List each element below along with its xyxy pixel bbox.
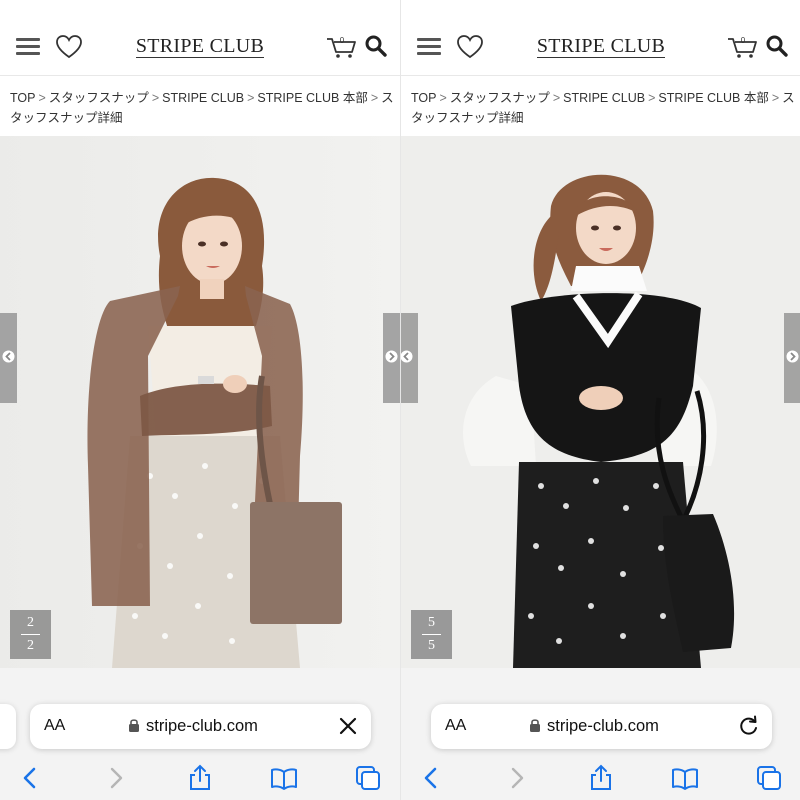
breadcrumb: TOP > スタッフスナップ > STRIPE CLUB > STRIPE CLUB 本部 >… <box>411 91 795 125</box>
phone-screen-right: STRIPE CLUB 0 TOP > スタッフスナップ > STRIPE CLUB > S… <box>400 0 800 800</box>
forward-icon[interactable] <box>102 764 130 792</box>
bookmarks-icon[interactable] <box>671 764 699 792</box>
prev-photo-button[interactable] <box>401 313 418 403</box>
breadcrumb-item-staff-snap[interactable]: スタッフスナップ <box>49 91 149 105</box>
phone-screen-left: STRIPE CLUB 0 TOP > スタッフスナップ > STRIPE CLUB > S… <box>0 0 400 800</box>
breadcrumb-item-top[interactable]: TOP <box>10 91 35 105</box>
back-icon[interactable] <box>417 764 445 792</box>
photo-total-count: 2 <box>27 638 34 653</box>
forward-icon[interactable] <box>503 764 531 792</box>
breadcrumb: TOP > スタッフスナップ > STRIPE CLUB > STRIPE CLUB 本部 >… <box>10 91 394 125</box>
staff-snap-photo[interactable] <box>0 136 400 668</box>
lock-icon <box>129 719 139 732</box>
photo-counter: 2 2 <box>10 610 51 659</box>
cart-count-badge: 0 <box>339 36 345 45</box>
browser-toolbar <box>0 756 400 800</box>
search-icon[interactable] <box>765 34 789 58</box>
text-size-button[interactable]: AA <box>44 717 65 735</box>
close-icon[interactable] <box>337 715 359 737</box>
url-text[interactable]: stripe-club.com <box>146 717 258 736</box>
site-header: STRIPE CLUB 0 <box>401 18 800 76</box>
reload-icon[interactable] <box>738 715 760 737</box>
previous-tab-peek[interactable] <box>0 704 16 749</box>
breadcrumb-item-brand[interactable]: STRIPE CLUB <box>162 91 244 105</box>
staff-snap-photo[interactable] <box>401 136 800 668</box>
status-bar <box>0 0 400 18</box>
browser-address-bar[interactable]: AA stripe-club.com <box>431 704 772 749</box>
model-photo-image <box>0 136 400 668</box>
lock-icon <box>530 719 540 732</box>
model-photo-image <box>401 136 800 668</box>
tabs-icon[interactable] <box>755 764 783 792</box>
breadcrumb-item-brand[interactable]: STRIPE CLUB <box>563 91 645 105</box>
prev-photo-button[interactable] <box>0 313 17 403</box>
breadcrumb-item-hq[interactable]: STRIPE CLUB 本部 <box>658 91 768 105</box>
url-text[interactable]: stripe-club.com <box>547 717 659 736</box>
back-icon[interactable] <box>16 764 44 792</box>
browser-toolbar <box>401 756 800 800</box>
browser-address-bar[interactable]: AA stripe-club.com <box>30 704 371 749</box>
photo-current-index: 5 <box>428 615 435 630</box>
cart-count-badge: 0 <box>740 36 746 45</box>
photo-counter: 5 5 <box>411 610 452 659</box>
next-photo-button[interactable] <box>383 313 400 403</box>
photo-current-index: 2 <box>27 615 34 630</box>
text-size-button[interactable]: AA <box>445 717 466 735</box>
tabs-icon[interactable] <box>354 764 382 792</box>
share-icon[interactable] <box>587 764 615 792</box>
status-bar <box>401 0 800 18</box>
next-photo-button[interactable] <box>784 313 800 403</box>
photo-total-count: 5 <box>428 638 435 653</box>
breadcrumb-item-top[interactable]: TOP <box>411 91 436 105</box>
breadcrumb-item-hq[interactable]: STRIPE CLUB 本部 <box>257 91 367 105</box>
breadcrumb-item-staff-snap[interactable]: スタッフスナップ <box>450 91 550 105</box>
share-icon[interactable] <box>186 764 214 792</box>
search-icon[interactable] <box>364 34 388 58</box>
bookmarks-icon[interactable] <box>270 764 298 792</box>
site-header: STRIPE CLUB 0 <box>0 18 400 76</box>
